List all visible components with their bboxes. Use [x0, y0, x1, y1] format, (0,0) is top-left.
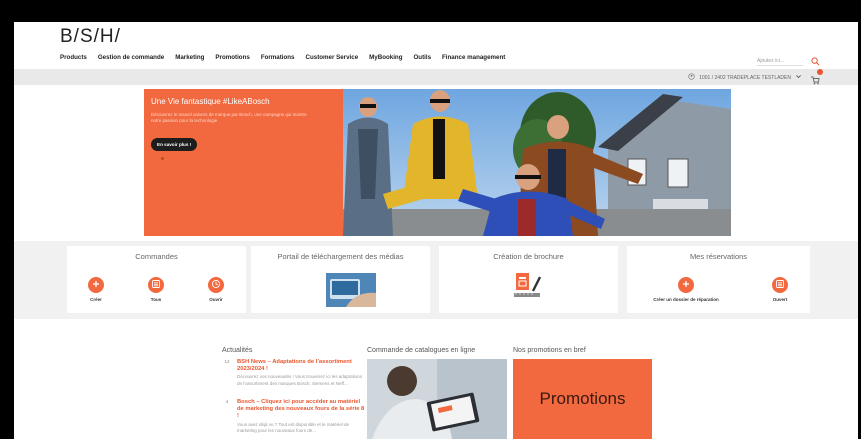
- tile-reservations-title: Mes réservations: [689, 252, 748, 261]
- create-repair-label: Créer un dossier de réparation: [653, 297, 719, 302]
- hero-text-panel: Une Vie fantastique #LikeABosch Découvre…: [144, 89, 343, 236]
- hero-title: Une Vie fantastique #LikeABosch: [151, 97, 270, 106]
- hero-banner: Une Vie fantastique #LikeABosch Découvre…: [144, 89, 731, 236]
- list-icon: [775, 276, 785, 294]
- catalogue-image[interactable]: [367, 359, 507, 439]
- open-reservations-label: Ouvert: [772, 297, 788, 302]
- account-selector[interactable]: 1001 / 2402 TRADEPLACE TESTLADEN: [688, 73, 802, 82]
- open-orders-label: Ouvrir: [209, 297, 223, 302]
- all-orders-label: Tous: [150, 297, 162, 302]
- tile-brochure[interactable]: Création de brochure: [439, 246, 618, 313]
- news-date: 4: [225, 399, 229, 404]
- tile-media-portal-title: Portail de téléchargement des médias: [277, 252, 404, 261]
- news-item[interactable]: 12 BSH News – Adaptations de l’assortime…: [222, 359, 367, 387]
- nav-products[interactable]: Products: [60, 54, 87, 61]
- news-item[interactable]: 4 Bosch – Cliquez ici pour accéder au ma…: [222, 399, 367, 434]
- nav-promotions[interactable]: Promotions: [215, 54, 249, 61]
- chevron-down-icon: [795, 73, 802, 82]
- tile-media-portal[interactable]: Portail de téléchargement des médias: [251, 246, 430, 313]
- nav-marketing[interactable]: Marketing: [175, 54, 204, 61]
- news-title[interactable]: BSH News – Adaptations de l’assortiment …: [237, 359, 367, 373]
- hero-cta-button[interactable]: En savoir plus !: [151, 137, 198, 151]
- cart-badge: [817, 69, 823, 75]
- plus-icon: [681, 276, 691, 294]
- tile-commandes: Commandes Créer Tous Ouvrir: [67, 246, 246, 313]
- nav-gestion-commande[interactable]: Gestion de commande: [98, 54, 164, 61]
- nav-outils[interactable]: Outils: [413, 54, 431, 61]
- account-label: 1001 / 2402 TRADEPLACE TESTLADEN: [699, 74, 791, 81]
- quick-access-band: Commandes Créer Tous Ouvrir Portail de t…: [14, 241, 858, 319]
- all-orders-button[interactable]: [148, 277, 164, 293]
- nav-mybooking[interactable]: MyBooking: [369, 54, 402, 61]
- user-icon: [688, 73, 695, 82]
- catalogue-heading: Commande de catalogues en ligne: [367, 347, 476, 354]
- open-orders-button[interactable]: [208, 277, 224, 293]
- plus-icon: [91, 276, 101, 294]
- promotions-label: Promotions: [539, 389, 626, 408]
- brochure-icon: [513, 271, 543, 306]
- open-reservations-button[interactable]: [772, 277, 788, 293]
- news-heading: Actualités: [222, 347, 253, 354]
- portal-page: B/S/H/ Products Gestion de commande Mark…: [14, 22, 858, 439]
- tile-brochure-title: Création de brochure: [493, 252, 564, 261]
- create-order-button[interactable]: [88, 277, 104, 293]
- clock-icon: [211, 276, 221, 294]
- search-input[interactable]: Ajoutez ici...: [757, 58, 803, 66]
- hero-description: Découvrez le nouvel univers de marque pa…: [151, 112, 307, 124]
- bsh-logo[interactable]: B/S/H/: [60, 26, 121, 48]
- news-date: 12: [224, 359, 230, 364]
- account-bar: 1001 / 2402 TRADEPLACE TESTLADEN: [14, 69, 858, 85]
- promotions-banner[interactable]: Promotions: [513, 359, 652, 439]
- news-excerpt: Découvrez vos nouveautés ! Vous trouvere…: [237, 374, 363, 386]
- nav-finance-management[interactable]: Finance management: [442, 54, 505, 61]
- news-title[interactable]: Bosch – Cliquez ici pour accéder au maté…: [237, 399, 367, 421]
- cart-button[interactable]: [810, 69, 823, 85]
- carousel-indicator[interactable]: [161, 157, 164, 160]
- main-navigation: Products Gestion de commande Marketing P…: [60, 54, 505, 61]
- tile-reservations: Mes réservations Créer un dossier de rép…: [627, 246, 810, 313]
- tile-commandes-title: Commandes: [135, 252, 178, 261]
- media-portal-image: [326, 273, 376, 307]
- create-repair-button[interactable]: [678, 277, 694, 293]
- nav-customer-service[interactable]: Customer Service: [306, 54, 359, 61]
- hero-campaign-image: [343, 89, 731, 236]
- promotions-heading: Nos promotions en bref: [513, 347, 586, 354]
- create-order-label: Créer: [90, 297, 102, 302]
- list-icon: [151, 276, 161, 294]
- nav-formations[interactable]: Formations: [261, 54, 295, 61]
- news-excerpt: Vous avez déjà vu ? Tout est disponible …: [237, 421, 349, 433]
